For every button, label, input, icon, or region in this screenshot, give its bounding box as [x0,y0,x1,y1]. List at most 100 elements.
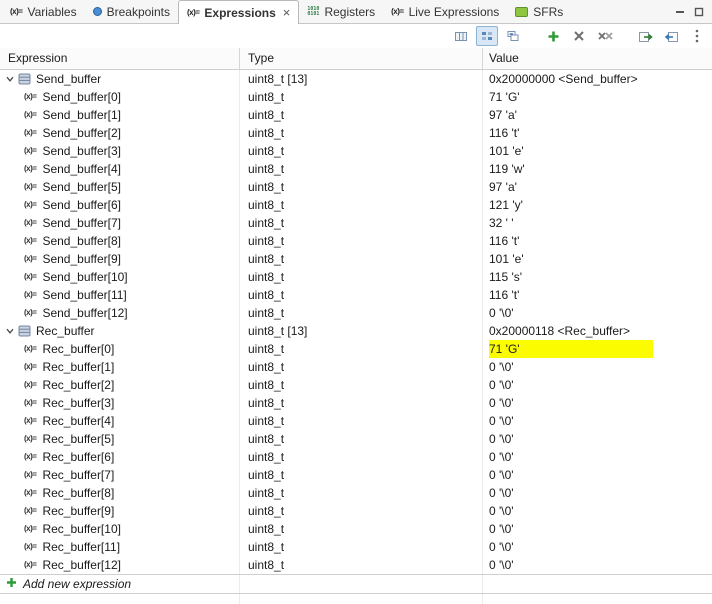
expression-name: Send_buffer[9] [42,252,121,266]
view-menu-icon[interactable] [686,26,708,46]
expression-row-Rec_buffer[3][interactable]: (x)= Rec_buffer[3] uint8_t 0 '\0' [0,394,712,412]
expression-row-Send_buffer[1][interactable]: (x)= Send_buffer[1] uint8_t 97 'a' [0,106,712,124]
collapse-all-icon[interactable] [502,26,524,46]
expression-row-Send_buffer[11][interactable]: (x)= Send_buffer[11] uint8_t 116 't' [0,286,712,304]
tab-strip: (x)= Variables Breakpoints (x)= Expressions ×… [0,0,571,24]
expression-row-Rec_buffer[1][interactable]: (x)= Rec_buffer[1] uint8_t 0 '\0' [0,358,712,376]
tab-label: Variables [27,4,77,19]
expression-value: 0 '\0' [489,486,514,500]
expression-row-Send_buffer[8][interactable]: (x)= Send_buffer[8] uint8_t 116 't' [0,232,712,250]
expression-row-Send_buffer[12][interactable]: (x)= Send_buffer[12] uint8_t 0 '\0' [0,304,712,322]
export-expressions-icon[interactable] [634,26,656,46]
expression-name: Rec_buffer [36,324,95,338]
expression-name: Rec_buffer[2] [42,378,115,392]
array-icon [18,325,31,337]
variable-icon: (x)= [24,560,37,569]
expression-row-Rec_buffer[0][interactable]: (x)= Rec_buffer[0] uint8_t 71 'G' [0,340,712,358]
add-row-value-cell [483,575,712,593]
variable-icon: (x)= [24,452,37,461]
import-expressions-icon[interactable] [660,26,682,46]
expression-row-Rec_buffer[11][interactable]: (x)= Rec_buffer[11] uint8_t 0 '\0' [0,538,712,556]
show-logical-structure-icon[interactable] [476,26,498,46]
expand-chevron-icon[interactable] [5,74,18,84]
expression-row-Rec_buffer[2][interactable]: (x)= Rec_buffer[2] uint8_t 0 '\0' [0,376,712,394]
expression-name: Rec_buffer[1] [42,360,115,374]
tab-variables[interactable]: (x)= Variables [2,0,85,23]
tab-label: Live Expressions [408,4,500,19]
expression-row-Send_buffer[10][interactable]: (x)= Send_buffer[10] uint8_t 115 's' [0,268,712,286]
variable-icon: (x)= [24,290,37,299]
column-header-value[interactable]: Value [483,48,712,69]
minimize-icon[interactable] [675,7,685,17]
expression-value: 97 'a' [489,108,517,122]
maximize-icon[interactable] [694,7,704,17]
variable-icon: (x)= [24,416,37,425]
column-header-type[interactable]: Type [240,48,483,69]
expression-row-Rec_buffer[10][interactable]: (x)= Rec_buffer[10] uint8_t 0 '\0' [0,520,712,538]
expression-row-Send_buffer[5][interactable]: (x)= Send_buffer[5] uint8_t 97 'a' [0,178,712,196]
expression-type: uint8_t [240,394,483,412]
variables-icon: (x)= [10,7,23,16]
expression-type: uint8_t [240,448,483,466]
expression-row-Rec_buffer[8][interactable]: (x)= Rec_buffer[8] uint8_t 0 '\0' [0,484,712,502]
variable-icon: (x)= [24,164,37,173]
expressions-view: (x)= Variables Breakpoints (x)= Expressions ×… [0,0,712,604]
expression-name: Send_buffer[10] [42,270,128,284]
expression-value: 0 '\0' [489,558,514,572]
expression-row-Rec_buffer[9][interactable]: (x)= Rec_buffer[9] uint8_t 0 '\0' [0,502,712,520]
add-icon [6,575,17,593]
add-expression-icon[interactable] [542,26,564,46]
expression-value: 119 'w' [489,162,525,176]
expression-type: uint8_t [13] [240,322,483,340]
expression-value: 0 '\0' [489,414,514,428]
variable-icon: (x)= [24,470,37,479]
remove-expression-icon[interactable] [568,26,590,46]
expression-row-Send_buffer[7][interactable]: (x)= Send_buffer[7] uint8_t 32 ' ' [0,214,712,232]
tab-sfrs[interactable]: SFRs [507,0,571,23]
sfrs-icon [515,6,529,17]
tab-breakpoints[interactable]: Breakpoints [85,0,178,23]
expression-row-Rec_buffer[5][interactable]: (x)= Rec_buffer[5] uint8_t 0 '\0' [0,430,712,448]
expression-type: uint8_t [240,376,483,394]
tab-label: Registers [324,4,376,19]
expression-name: Send_buffer[0] [42,90,121,104]
expression-row-Send_buffer[0][interactable]: (x)= Send_buffer[0] uint8_t 71 'G' [0,88,712,106]
expression-type: uint8_t [240,142,483,160]
tab-registers[interactable]: 1010 0101 Registers [299,0,383,23]
expression-value: 115 's' [489,270,523,284]
expression-name: Rec_buffer[0] [42,342,115,356]
expression-row-Send_buffer[6][interactable]: (x)= Send_buffer[6] uint8_t 121 'y' [0,196,712,214]
expression-row-Send_buffer[2][interactable]: (x)= Send_buffer[2] uint8_t 116 't' [0,124,712,142]
view-toolbar [0,24,712,48]
expressions-icon: (x)= [186,8,200,17]
variable-icon: (x)= [24,218,37,227]
expression-type: uint8_t [240,484,483,502]
expression-name: Send_buffer[3] [42,144,121,158]
expression-row-Send_buffer[4][interactable]: (x)= Send_buffer[4] uint8_t 119 'w' [0,160,712,178]
expression-row-Send_buffer[9][interactable]: (x)= Send_buffer[9] uint8_t 101 'e' [0,250,712,268]
expression-row-Rec_buffer[interactable]: Rec_buffer uint8_t [13] 0x20000118 <Rec_bu… [0,322,712,340]
tab-label: Expressions [204,5,276,20]
expression-name: Rec_buffer[10] [42,522,121,536]
show-columns-icon[interactable] [450,26,472,46]
expression-row-Rec_buffer[6][interactable]: (x)= Rec_buffer[6] uint8_t 0 '\0' [0,448,712,466]
variable-icon: (x)= [24,182,37,191]
add-new-expression-row[interactable]: Add new expression [0,574,712,594]
expression-name: Send_buffer[7] [42,216,121,230]
expression-row-Rec_buffer[4][interactable]: (x)= Rec_buffer[4] uint8_t 0 '\0' [0,412,712,430]
expression-type: uint8_t [240,430,483,448]
expression-row-Send_buffer[interactable]: Send_buffer uint8_t [13] 0x20000000 <Send_… [0,70,712,88]
tab-live-expressions[interactable]: (x)= Live Expressions [383,0,507,23]
column-header-expression[interactable]: Expression [0,48,240,69]
tab-close-icon[interactable]: × [283,5,291,20]
variable-icon: (x)= [24,110,37,119]
expression-value: 121 'y' [489,198,523,212]
expression-row-Rec_buffer[7][interactable]: (x)= Rec_buffer[7] uint8_t 0 '\0' [0,466,712,484]
expand-chevron-icon[interactable] [5,326,18,336]
remove-all-expressions-icon[interactable] [594,26,616,46]
expression-type: uint8_t [240,358,483,376]
tab-expressions[interactable]: (x)= Expressions × [177,0,300,24]
expression-row-Send_buffer[3][interactable]: (x)= Send_buffer[3] uint8_t 101 'e' [0,142,712,160]
expression-row-Rec_buffer[12][interactable]: (x)= Rec_buffer[12] uint8_t 0 '\0' [0,556,712,574]
variable-icon: (x)= [24,200,37,209]
